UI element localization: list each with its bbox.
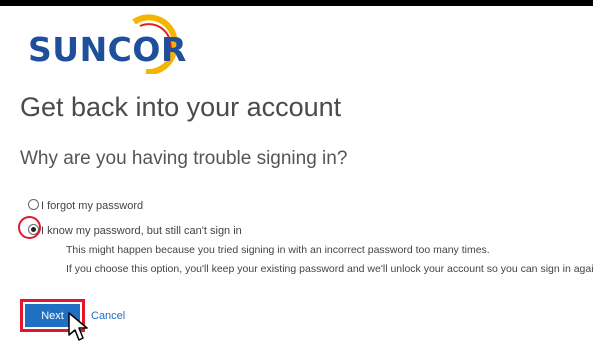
option-forgot-password[interactable]: I forgot my password [28, 199, 143, 212]
radio-forgot-password[interactable] [28, 199, 39, 210]
cancel-link[interactable]: Cancel [91, 310, 125, 322]
mouse-pointer-icon [68, 312, 88, 341]
suncor-logo: SUNCOR [22, 10, 202, 74]
top-border [0, 0, 593, 6]
option-description-line-1: This might happen because you tried sign… [66, 244, 490, 256]
page-subtitle: Why are you having trouble signing in? [20, 148, 348, 169]
radio-highlight-ring [18, 216, 41, 239]
option-cant-sign-in[interactable]: I know my password, but still can't sign… [28, 224, 242, 237]
logo-text: SUNCOR [28, 30, 187, 69]
option-description-line-2: If you choose this option, you'll keep y… [66, 263, 593, 275]
option-forgot-password-label: I forgot my password [41, 200, 144, 212]
option-cant-sign-in-label: I know my password, but still can't sign… [41, 225, 242, 237]
page-title: Get back into your account [20, 92, 342, 122]
